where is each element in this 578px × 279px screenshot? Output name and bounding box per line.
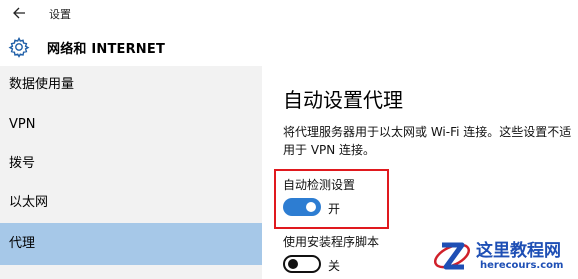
highlight-box	[274, 169, 389, 229]
section-title: 自动设置代理	[283, 88, 403, 112]
setup-script-label: 使用安装程序脚本	[283, 235, 380, 249]
sidebar: 数据使用量 VPN 拨号 以太网 代理	[0, 66, 262, 279]
watermark: 这里教程网 herecours.com	[430, 234, 578, 279]
gear-icon	[8, 36, 30, 58]
sidebar-item-vpn[interactable]: VPN	[0, 106, 262, 144]
sidebar-item-label: VPN	[9, 117, 36, 132]
section-description: 将代理服务器用于以太网或 Wi-Fi 连接。这些设置不适用于 VPN 连接。	[283, 125, 572, 157]
sidebar-item-proxy[interactable]: 代理	[0, 223, 262, 265]
sidebar-item-dialup[interactable]: 拨号	[0, 145, 262, 183]
sidebar-item-label: 数据使用量	[9, 77, 75, 92]
watermark-logo-icon	[433, 242, 471, 270]
watermark-title: 这里教程网	[476, 241, 561, 261]
title-bar: 设置	[0, 0, 578, 28]
setup-script-toggle[interactable]	[283, 255, 321, 273]
sidebar-item-label: 以太网	[9, 195, 49, 210]
back-arrow-icon	[13, 7, 25, 19]
sidebar-item-label: 拨号	[9, 156, 36, 171]
page-title: 网络和 INTERNET	[47, 42, 166, 57]
toggle-knob	[288, 259, 298, 269]
watermark-url: herecours.com	[480, 260, 564, 271]
sidebar-item-ethernet[interactable]: 以太网	[0, 184, 262, 222]
sidebar-item-data-usage[interactable]: 数据使用量	[0, 66, 262, 104]
setup-script-state: 关	[328, 259, 341, 273]
window-title: 设置	[49, 8, 71, 21]
sidebar-item-label: 代理	[9, 236, 36, 251]
page-header: 网络和 INTERNET	[0, 28, 578, 66]
back-button[interactable]	[8, 2, 32, 24]
